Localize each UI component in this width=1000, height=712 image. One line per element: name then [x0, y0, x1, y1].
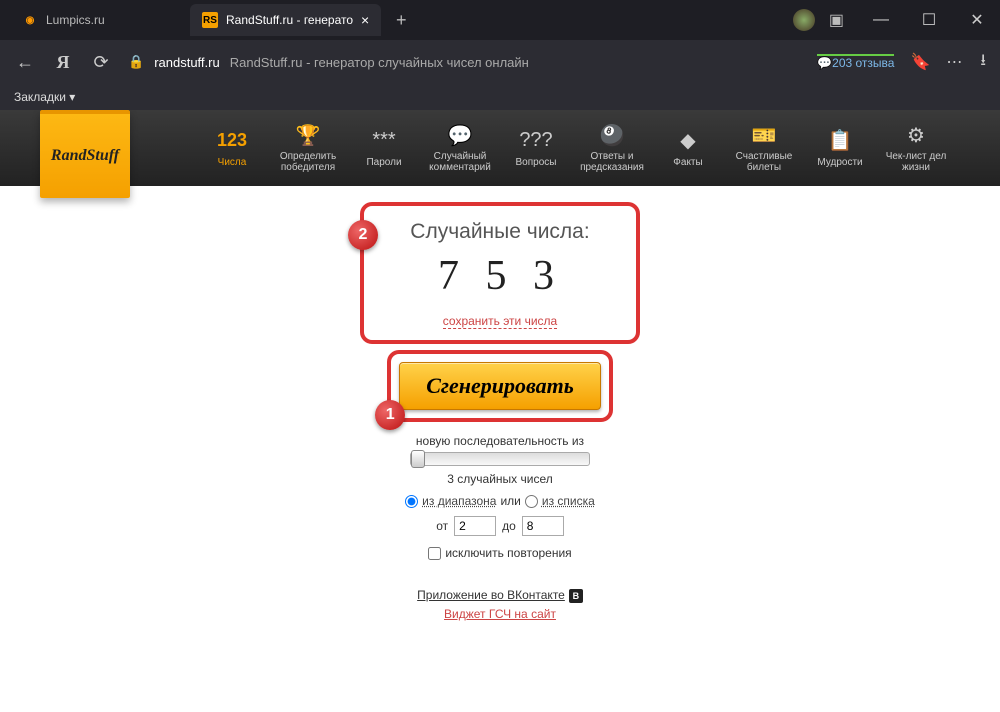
tab-randstuff[interactable]: RS RandStuff.ru - генерато × [190, 4, 381, 36]
tab-bar: ◉ Lumpics.ru RS RandStuff.ru - генерато … [0, 0, 1000, 40]
ticket-icon: 🎫 [752, 123, 777, 147]
vk-app-link[interactable]: Приложение во ВКонтакте [417, 588, 565, 602]
tabs-overview-icon[interactable]: ▣ [829, 10, 844, 30]
nav-tickets[interactable]: 🎫Счастливые билеты [726, 110, 802, 186]
option-list[interactable]: из списка [542, 494, 595, 508]
more-button[interactable]: ⋯ [946, 52, 964, 72]
exclude-checkbox[interactable] [428, 547, 441, 560]
site-icon: ◉ [22, 12, 38, 28]
maximize-button[interactable]: ☐ [906, 0, 952, 40]
nav-answers[interactable]: 🎱Ответы и предсказания [574, 110, 650, 186]
save-numbers-link[interactable]: сохранить эти числа [443, 314, 557, 329]
site-header: RandStuff 123Числа 🏆Определить победител… [0, 110, 1000, 186]
url-domain: randstuff.ru [154, 55, 220, 70]
url-title: RandStuff.ru - генератор случайных чисел… [230, 55, 529, 70]
widget-link[interactable]: Виджет ГСЧ на сайт [417, 607, 583, 621]
generated-numbers: 7 5 3 [374, 252, 626, 300]
close-icon[interactable]: × [361, 12, 369, 28]
range-row: от до [436, 516, 564, 536]
numbers-icon: 123 [217, 129, 247, 153]
gear-icon: ⚙ [907, 123, 925, 147]
comment-icon: 💬 [448, 123, 473, 147]
download-icon[interactable]: ⭳ [980, 49, 986, 76]
option-range[interactable]: из диапазона [422, 494, 496, 508]
asterisk-icon: *** [372, 129, 395, 153]
main-nav: 123Числа 🏆Определить победителя ***Парол… [194, 110, 954, 186]
nav-winner[interactable]: 🏆Определить победителя [270, 110, 346, 186]
nav-numbers[interactable]: 123Числа [194, 110, 270, 186]
reload-button[interactable]: ⟳ [90, 52, 112, 73]
nav-comment[interactable]: 💬Случайный комментарий [422, 110, 498, 186]
lock-icon: 🔒 [128, 54, 144, 70]
minimize-button[interactable]: — [858, 0, 904, 40]
close-window-button[interactable]: ✕ [954, 0, 1000, 40]
to-input[interactable] [522, 516, 564, 536]
sequence-hint: новую последовательность из [416, 434, 584, 448]
source-options: из диапазона или из списка [405, 494, 595, 508]
nav-questions[interactable]: ???Вопросы [498, 110, 574, 186]
reviews-badge[interactable]: 💬203 отзыва [817, 54, 894, 70]
nav-checklist[interactable]: ⚙Чек-лист дел жизни [878, 110, 954, 186]
trophy-icon: 🏆 [296, 123, 321, 147]
result-title: Случайные числа: [374, 220, 626, 244]
tab-label: RandStuff.ru - генерато [226, 13, 353, 27]
url-field[interactable]: 🔒 randstuff.ru RandStuff.ru - генератор … [128, 54, 801, 70]
from-input[interactable] [454, 516, 496, 536]
nav-facts[interactable]: ◆Факты [650, 110, 726, 186]
vk-icon: В [569, 589, 583, 603]
back-button[interactable]: ← [14, 52, 36, 73]
site-icon: RS [202, 12, 218, 28]
generate-box: Сгенерировать 1 [387, 350, 613, 422]
annotation-marker-2: 2 [348, 220, 378, 250]
radio-range[interactable] [405, 495, 418, 508]
address-bar: ← Я ⟳ 🔒 randstuff.ru RandStuff.ru - гене… [0, 40, 1000, 84]
bookmarks-bar[interactable]: Закладки ▾ [0, 84, 1000, 110]
footer-links: Приложение во ВКонтакте В Виджет ГСЧ на с… [417, 588, 583, 621]
exclude-label: исключить повторения [445, 546, 571, 560]
question-icon: ??? [519, 129, 552, 153]
site-logo[interactable]: RandStuff [40, 110, 130, 198]
result-box: 2 Случайные числа: 7 5 3 сохранить эти ч… [360, 202, 640, 344]
nav-passwords[interactable]: ***Пароли [346, 110, 422, 186]
count-label: 3 случайных чисел [447, 472, 552, 486]
new-tab-button[interactable]: + [387, 6, 415, 34]
tab-label: Lumpics.ru [46, 13, 105, 27]
diamond-icon: ◆ [680, 129, 695, 153]
annotation-marker-1: 1 [375, 400, 405, 430]
bookmark-icon[interactable]: 🔖 [910, 52, 930, 72]
bookmarks-label[interactable]: Закладки ▾ [14, 90, 75, 104]
exclude-row: исключить повторения [428, 546, 571, 560]
clipboard-icon: 📋 [828, 129, 853, 153]
nav-wisdom[interactable]: 📋Мудрости [802, 110, 878, 186]
count-slider[interactable] [410, 452, 590, 466]
generate-button[interactable]: Сгенерировать [399, 362, 601, 410]
yandex-button[interactable]: Я [52, 52, 74, 73]
tab-lumpics[interactable]: ◉ Lumpics.ru [10, 4, 190, 36]
radio-list[interactable] [525, 495, 538, 508]
ball-icon: 🎱 [600, 123, 625, 147]
avatar[interactable] [793, 9, 815, 31]
